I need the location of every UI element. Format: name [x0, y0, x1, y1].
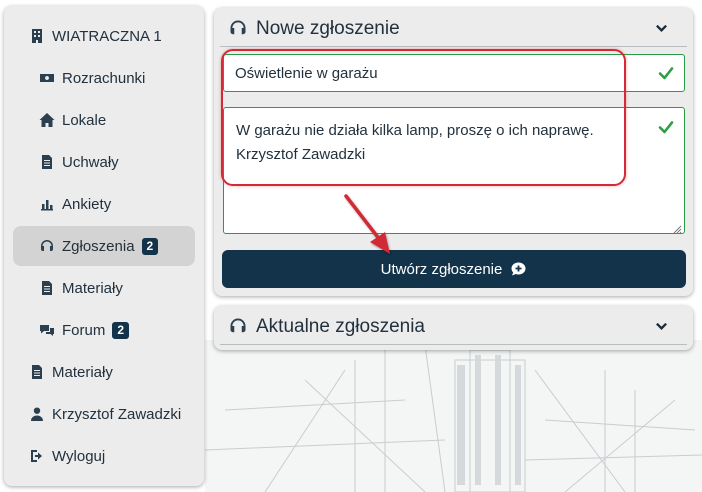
sidebar-item-forum[interactable]: Forum 2 [38, 312, 130, 348]
document-icon [38, 153, 56, 171]
building-icon [28, 27, 46, 45]
sidebar-item-label: WIATRACZNA 1 [52, 27, 162, 45]
sidebar-item-label: Materiały [52, 363, 113, 381]
create-ticket-button[interactable]: Utwórz zgłoszenie [222, 250, 686, 288]
sidebar-item-label: Zgłoszenia [62, 237, 135, 255]
user-icon [28, 405, 46, 423]
resize-handle-icon[interactable] [672, 221, 682, 234]
new-ticket-header[interactable]: Nowe zgłoszenie [214, 8, 693, 50]
divider [220, 46, 687, 47]
chevron-down-icon[interactable] [655, 22, 669, 36]
sidebar-item-wiatraczna[interactable]: WIATRACZNA 1 [28, 18, 162, 54]
logout-icon [28, 447, 46, 465]
panel-title: Aktualne zgłoszenia [256, 316, 425, 337]
document-icon [28, 363, 46, 381]
home-icon [38, 111, 56, 129]
button-label: Utwórz zgłoszenie [380, 260, 503, 278]
chevron-down-icon[interactable] [655, 320, 669, 334]
bar-chart-icon [38, 195, 56, 213]
notification-badge: 2 [141, 237, 159, 255]
divider [220, 344, 687, 345]
document-icon [38, 279, 56, 297]
current-tickets-header[interactable]: Aktualne zgłoszenia [214, 306, 693, 348]
sidebar-item-label: Wyloguj [52, 447, 106, 465]
add-comment-icon [510, 261, 527, 278]
sidebar-item-label: Lokale [62, 111, 107, 129]
sidebar-item-ankiety[interactable]: Ankiety [38, 186, 111, 222]
sidebar-item-label: Ankiety [62, 195, 112, 213]
money-icon [38, 69, 56, 87]
current-tickets-panel: Aktualne zgłoszenia [214, 306, 693, 350]
sidebar: WIATRACZNA 1 Rozrachunki Lokale Uchwały … [4, 6, 204, 486]
sidebar-item-rozrachunki[interactable]: Rozrachunki [38, 60, 145, 96]
annotation-arrow-icon [340, 190, 400, 258]
sidebar-item-zgloszenia[interactable]: Zgłoszenia 2 [13, 226, 195, 266]
sidebar-item-label: Materiały [62, 279, 123, 297]
sidebar-item-label: Uchwały [62, 153, 119, 171]
headset-icon [38, 237, 56, 255]
sidebar-item-lokale[interactable]: Lokale [38, 102, 106, 138]
panel-title: Nowe zgłoszenie [256, 18, 400, 39]
sidebar-item-materialy[interactable]: Materiały [38, 270, 123, 306]
check-icon [657, 64, 675, 82]
sidebar-item-uchwaly[interactable]: Uchwały [38, 144, 119, 180]
sidebar-item-user[interactable]: Krzysztof Zawadzki [28, 396, 181, 432]
annotation-highlight-box [221, 49, 626, 186]
sidebar-item-materialy-main[interactable]: Materiały [28, 354, 113, 390]
sidebar-item-label: Forum [62, 321, 106, 339]
chat-icon [38, 321, 56, 339]
sidebar-item-wyloguj[interactable]: Wyloguj [28, 438, 105, 474]
check-icon [657, 118, 675, 136]
headset-icon [228, 316, 250, 338]
notification-badge: 2 [112, 321, 130, 339]
sidebar-item-label: Rozrachunki [62, 69, 146, 87]
sidebar-item-label: Krzysztof Zawadzki [52, 405, 182, 423]
headset-icon [228, 18, 250, 40]
background-building-sketch [205, 340, 702, 492]
